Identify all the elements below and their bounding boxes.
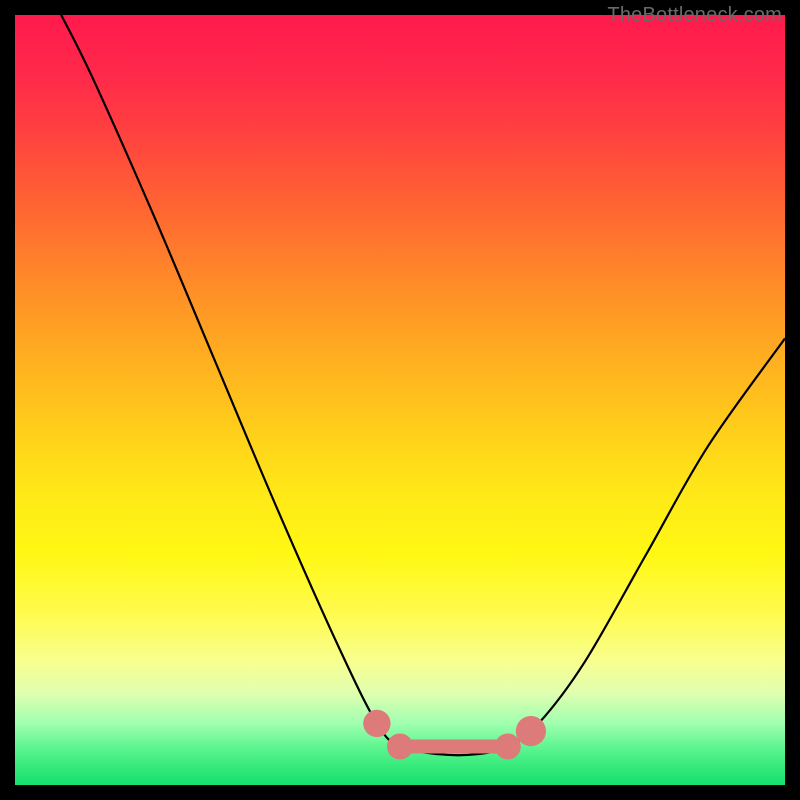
bottleneck-curve <box>61 15 785 755</box>
marker-left-dot <box>363 710 390 737</box>
marker-group <box>363 710 546 760</box>
chart-svg <box>15 15 785 785</box>
marker-flat-band-left <box>387 733 413 759</box>
marker-right-dot <box>516 716 546 746</box>
marker-flat-band-right <box>495 733 521 759</box>
